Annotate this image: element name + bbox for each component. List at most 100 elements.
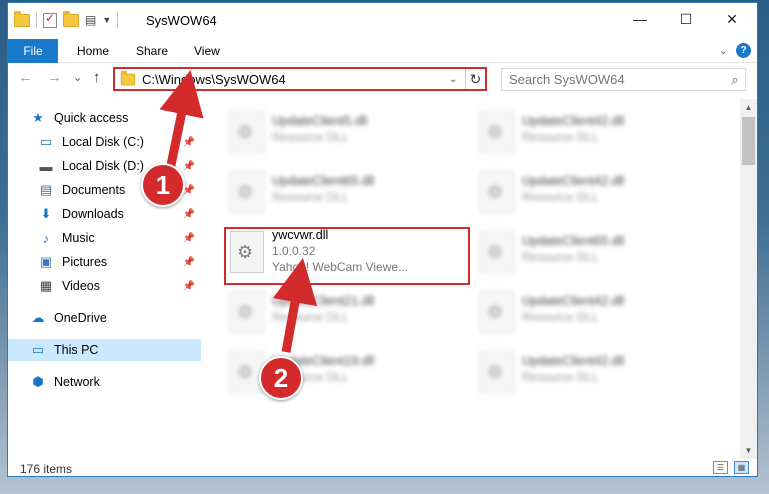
pin-icon[interactable]: 📌 xyxy=(183,233,195,244)
details-view-icon[interactable]: ☰ xyxy=(713,461,728,474)
sidebar-item-label: Pictures xyxy=(62,255,108,269)
pictures-icon: ▣ xyxy=(39,254,53,269)
file-explorer-window: ▤ ▼ SysWOW64 — ☐ ✕ File Home Share View … xyxy=(7,2,758,477)
scroll-down-icon[interactable]: ▼ xyxy=(740,442,757,459)
pin-icon[interactable]: 📌 xyxy=(183,137,195,148)
address-bar[interactable]: C:\Windows\SysWOW64 ⌄ ↻ xyxy=(113,67,487,91)
ribbon: File Home Share View ⌄ ? xyxy=(8,39,757,63)
help-icon[interactable]: ? xyxy=(736,43,751,58)
new-folder-icon[interactable] xyxy=(63,10,79,27)
file-name: UpdateClient5.dll xyxy=(272,114,368,128)
download-icon: ⬇ xyxy=(40,206,52,221)
videos-icon: ▦ xyxy=(39,278,53,293)
highlight-box xyxy=(224,227,470,285)
list-item[interactable]: UpdateClient42.dll Resource DLL xyxy=(458,343,693,401)
toolbar-divider xyxy=(117,12,119,28)
sidebar-item-label: This PC xyxy=(54,343,99,357)
up-arrow-icon[interactable]: ↑ xyxy=(93,69,101,86)
file-type: Resource DLL xyxy=(522,190,599,204)
sidebar-item-label: Documents xyxy=(62,183,126,197)
window-title: SysWOW64 xyxy=(146,13,217,28)
file-name: UpdateClient42.dll xyxy=(522,174,625,188)
drive-icon: ▭ xyxy=(39,134,53,149)
search-box[interactable]: ⌕ xyxy=(501,68,746,91)
quick-access-toolbar: ▤ ▼ xyxy=(14,10,119,28)
file-type: Resource DLL xyxy=(272,190,349,204)
search-input[interactable] xyxy=(509,72,725,87)
file-type: Resource DLL xyxy=(272,310,349,324)
file-type: Resource DLL xyxy=(522,370,599,384)
file-type: Resource DLL xyxy=(522,250,599,264)
properties-icon[interactable] xyxy=(43,11,57,28)
pin-icon[interactable]: 📌 xyxy=(183,161,195,172)
sidebar-item-onedrive[interactable]: ☁ OneDrive xyxy=(8,307,201,329)
close-button[interactable]: ✕ xyxy=(709,3,755,35)
network-icon: ⬢ xyxy=(32,374,44,389)
sidebar-item-label: Local Disk (C:) xyxy=(62,135,144,149)
forward-arrow-icon[interactable]: → xyxy=(47,69,62,86)
sidebar-item-quick-access[interactable]: ★ Quick access xyxy=(30,107,223,129)
dll-file-icon xyxy=(230,291,264,333)
toolbar-divider xyxy=(36,12,37,28)
sidebar-item-network[interactable]: ⬢ Network xyxy=(8,371,201,393)
dll-file-icon xyxy=(480,111,514,153)
dll-file-icon xyxy=(480,291,514,333)
file-name: UpdateClient21.dll xyxy=(272,294,375,308)
scroll-thumb[interactable] xyxy=(742,117,755,165)
pin-icon[interactable]: 📌 xyxy=(183,281,195,292)
file-name: UpdateClient65.dll xyxy=(522,234,625,248)
chevron-down-icon[interactable]: ⌄ xyxy=(719,44,728,57)
tab-file[interactable]: File xyxy=(8,39,58,63)
view-toggle: ☰ ▦ xyxy=(713,461,749,474)
callout-step-2: 2 xyxy=(259,356,303,400)
address-path[interactable]: C:\Windows\SysWOW64 xyxy=(142,72,449,87)
star-icon: ★ xyxy=(32,110,44,125)
drive-icon: ▬ xyxy=(39,158,53,174)
sidebar-item-downloads[interactable]: ⬇ Downloads 📌 xyxy=(8,203,201,225)
customize-toolbar-icon[interactable]: ▤ xyxy=(85,13,96,27)
dll-file-icon xyxy=(230,111,264,153)
pin-icon[interactable]: 📌 xyxy=(183,209,195,220)
documents-icon: ▤ xyxy=(39,182,53,197)
minimize-button[interactable]: — xyxy=(617,3,663,35)
sidebar-item-label: Network xyxy=(54,375,100,389)
search-icon[interactable]: ⌕ xyxy=(725,72,745,88)
sidebar-item-music[interactable]: ♪ Music 📌 xyxy=(8,227,201,249)
title-bar: ▤ ▼ SysWOW64 — ☐ ✕ xyxy=(8,3,757,39)
list-item[interactable]: UpdateClient42.dll Resource DLL xyxy=(458,103,693,161)
list-item[interactable]: UpdateClient19.dll Resource DLL xyxy=(208,343,443,401)
maximize-button[interactable]: ☐ xyxy=(663,3,709,35)
tiles-view-icon[interactable]: ▦ xyxy=(734,461,749,474)
file-type: Resource DLL xyxy=(522,310,599,324)
vertical-scrollbar[interactable]: ▲ ▼ xyxy=(740,99,757,459)
list-item[interactable]: UpdateClient65.dll Resource DLL xyxy=(458,223,693,281)
navigation-pane: ★ Quick access ▭ Local Disk (C:) 📌 ▬ Loc… xyxy=(8,99,201,459)
file-type: Resource DLL xyxy=(522,130,599,144)
tab-view[interactable]: View xyxy=(194,39,220,63)
file-list: UpdateClient5.dll Resource DLL UpdateCli… xyxy=(208,99,738,459)
ribbon-controls: ⌄ ? xyxy=(719,43,751,58)
list-item[interactable]: UpdateClient65.dll Resource DLL xyxy=(208,163,443,221)
tab-share[interactable]: Share xyxy=(136,39,168,63)
pin-icon[interactable]: 📌 xyxy=(183,257,195,268)
sidebar-item-videos[interactable]: ▦ Videos 📌 xyxy=(8,275,201,297)
tab-home[interactable]: Home xyxy=(77,39,109,63)
list-item[interactable]: UpdateClient42.dll Resource DLL xyxy=(458,283,693,341)
list-item[interactable]: UpdateClient5.dll Resource DLL xyxy=(208,103,443,161)
back-arrow-icon[interactable]: ← xyxy=(18,69,33,86)
sidebar-item-label: Quick access xyxy=(54,111,129,125)
computer-icon: ▭ xyxy=(31,342,45,357)
refresh-icon[interactable]: ↻ xyxy=(465,69,485,89)
list-item[interactable]: UpdateClient42.dll Resource DLL xyxy=(458,163,693,221)
sidebar-item-local-disk-c[interactable]: ▭ Local Disk (C:) 📌 xyxy=(8,131,201,153)
item-count: 176 items xyxy=(20,461,73,476)
sidebar-item-label: Videos xyxy=(62,279,100,293)
file-name: UpdateClient42.dll xyxy=(522,294,625,308)
address-dropdown-icon[interactable]: ⌄ xyxy=(449,74,465,85)
recent-locations-icon[interactable]: ⌄ xyxy=(73,71,82,84)
list-item[interactable]: UpdateClient21.dll Resource DLL xyxy=(208,283,443,341)
scroll-up-icon[interactable]: ▲ xyxy=(740,99,757,116)
qat-dropdown-icon[interactable]: ▼ xyxy=(102,15,111,25)
sidebar-item-this-pc[interactable]: ▭ This PC xyxy=(8,339,201,361)
sidebar-item-pictures[interactable]: ▣ Pictures 📌 xyxy=(8,251,201,273)
